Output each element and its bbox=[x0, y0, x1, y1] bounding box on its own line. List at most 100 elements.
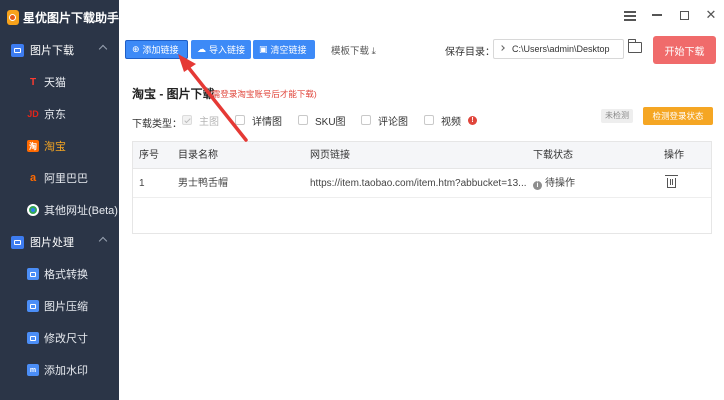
image-download-icon bbox=[11, 43, 24, 57]
sidebar-item-label: 淘宝 bbox=[44, 141, 66, 153]
clear-link-label: 清空链接 bbox=[270, 45, 307, 55]
app-logo-icon bbox=[7, 9, 19, 25]
option-detail-image[interactable]: 详情图 bbox=[235, 113, 282, 128]
login-required-note: (需登录淘宝账号后才能下载) bbox=[209, 89, 317, 99]
detect-login-button[interactable]: 检测登录状态 bbox=[643, 107, 713, 125]
column-header-url: 网页链接 bbox=[310, 150, 350, 161]
section-image-download[interactable]: 图片下载 bbox=[0, 34, 119, 66]
checkbox bbox=[182, 115, 192, 125]
window-controls: ✕ bbox=[616, 0, 724, 30]
minimize-icon bbox=[652, 14, 662, 16]
sidebar-item-watermark[interactable]: m 添加水印 bbox=[0, 354, 119, 386]
tmall-icon: T bbox=[29, 76, 37, 88]
option-label: 主图 bbox=[199, 116, 219, 128]
trash-icon: ▣ bbox=[259, 44, 268, 54]
checkbox[interactable] bbox=[235, 115, 245, 125]
close-icon: ✕ bbox=[705, 7, 717, 22]
sidebar-item-compress[interactable]: 图片压缩 bbox=[0, 290, 119, 322]
table-row[interactable]: 1 男士鸭舌帽 https://item.taobao.com/item.htm… bbox=[133, 169, 711, 198]
add-link-button[interactable]: ⊕ 添加链接 bbox=[125, 40, 188, 59]
sidebar-item-label: 格式转换 bbox=[44, 269, 88, 281]
sidebar-item-label: 京东 bbox=[44, 109, 66, 121]
import-link-button[interactable]: ☁ 导入链接 bbox=[191, 40, 251, 59]
delete-row-icon[interactable] bbox=[665, 175, 678, 188]
sidebar-item-label: 添加水印 bbox=[44, 365, 88, 377]
sidebar: 星优图片下载助手 图片下载 T 天猫 JD 京东 淘 淘宝 a 阿里巴巴 其他网… bbox=[0, 0, 119, 400]
sidebar-item-label: 修改尺寸 bbox=[44, 333, 88, 345]
row-status-label: 待操作 bbox=[545, 178, 575, 189]
option-label: 视频 bbox=[441, 116, 461, 128]
sidebar-item-tmall[interactable]: T 天猫 bbox=[0, 66, 119, 98]
app-title: 星优图片下载助手 bbox=[22, 10, 119, 25]
watermark-icon: m bbox=[27, 364, 39, 376]
add-link-label: 添加链接 bbox=[142, 45, 179, 55]
compress-icon bbox=[27, 300, 39, 312]
folder-open-icon[interactable] bbox=[627, 39, 642, 53]
sidebar-item-taobao[interactable]: 淘 淘宝 bbox=[0, 130, 119, 162]
alibaba-icon: a bbox=[29, 172, 37, 184]
chevron-up-icon bbox=[98, 44, 108, 54]
maximize-button[interactable] bbox=[671, 0, 697, 30]
table-header: 序号 目录名称 网页链接 下载状态 操作 bbox=[133, 142, 711, 169]
close-button[interactable]: ✕ bbox=[698, 0, 724, 30]
clear-links-button[interactable]: ▣ 清空链接 bbox=[253, 40, 315, 59]
option-label: 评论图 bbox=[378, 116, 408, 128]
sidebar-item-other-sites[interactable]: 其他网址(Beta) bbox=[0, 194, 119, 226]
jd-icon: JD bbox=[27, 109, 39, 119]
template-download-link[interactable]: 模板下载 ⤓ bbox=[331, 43, 376, 57]
status-info-icon: i bbox=[533, 181, 542, 190]
option-review-image[interactable]: 评论图 bbox=[361, 113, 408, 128]
checkbox[interactable] bbox=[298, 115, 308, 125]
option-label: 详情图 bbox=[252, 116, 282, 128]
sidebar-item-label: 图片压缩 bbox=[44, 301, 88, 313]
sidebar-item-resize[interactable]: 修改尺寸 bbox=[0, 322, 119, 354]
row-index: 1 bbox=[139, 178, 145, 189]
sidebar-item-format-convert[interactable]: 格式转换 bbox=[0, 258, 119, 290]
cloud-upload-icon: ☁ bbox=[197, 44, 206, 54]
minimize-button[interactable] bbox=[644, 0, 670, 30]
app-title-bar: 星优图片下载助手 bbox=[0, 0, 119, 34]
sidebar-item-label: 阿里巴巴 bbox=[44, 173, 88, 185]
checkbox[interactable] bbox=[424, 115, 434, 125]
taobao-icon: 淘 bbox=[27, 140, 39, 152]
resize-icon bbox=[27, 332, 39, 344]
save-dir-field[interactable]: C:\Users\admin\Desktop bbox=[493, 39, 624, 59]
save-dir-value: C:\Users\admin\Desktop bbox=[512, 44, 610, 54]
maximize-icon bbox=[679, 10, 689, 20]
section-image-processing[interactable]: 图片处理 bbox=[0, 226, 119, 258]
column-header-index: 序号 bbox=[139, 150, 159, 161]
sidebar-item-alibaba[interactable]: a 阿里巴巴 bbox=[0, 162, 119, 194]
login-status-badge: 未检测 bbox=[601, 109, 633, 123]
column-header-status: 下载状态 bbox=[533, 150, 573, 161]
settings-icon bbox=[624, 10, 636, 21]
row-url: https://item.taobao.com/item.htm?abbucke… bbox=[310, 178, 527, 189]
column-header-name: 目录名称 bbox=[178, 150, 218, 161]
row-status: i 待操作 bbox=[533, 169, 575, 198]
start-download-button[interactable]: 开始下载 bbox=[653, 36, 716, 64]
chevron-up-icon bbox=[98, 236, 108, 246]
sidebar-item-label: 其他网址(Beta) bbox=[44, 205, 118, 217]
format-convert-icon bbox=[27, 268, 39, 280]
globe-icon bbox=[27, 204, 39, 216]
download-icon: ⤓ bbox=[369, 46, 376, 57]
save-dir-label: 保存目录： bbox=[445, 47, 495, 58]
info-icon[interactable]: ! bbox=[468, 116, 477, 125]
image-processing-icon bbox=[11, 235, 24, 249]
title-bar: ✕ bbox=[119, 0, 724, 34]
title-bar-blank-area bbox=[403, 0, 603, 28]
section-label: 图片处理 bbox=[30, 237, 74, 249]
section-label: 图片下载 bbox=[30, 45, 74, 57]
page-title: 淘宝 - 图片下载 bbox=[132, 87, 215, 101]
template-download-label: 模板下载 bbox=[331, 46, 370, 57]
toolbar: ⊕ 添加链接 ☁ 导入链接 ▣ 清空链接 模板下载 ⤓ 保存目录： C:\Use… bbox=[119, 34, 724, 64]
plus-circle-icon: ⊕ bbox=[132, 44, 140, 54]
settings-button[interactable] bbox=[617, 0, 643, 30]
option-sku-image[interactable]: SKU图 bbox=[298, 113, 346, 128]
option-label: SKU图 bbox=[315, 116, 346, 128]
sidebar-item-jd[interactable]: JD 京东 bbox=[0, 98, 119, 130]
download-type-label: 下载类型： bbox=[132, 119, 182, 130]
option-video[interactable]: 视频 bbox=[424, 113, 461, 128]
links-table: 序号 目录名称 网页链接 下载状态 操作 1 男士鸭舌帽 https://ite… bbox=[132, 141, 712, 234]
checkbox[interactable] bbox=[361, 115, 371, 125]
chevron-right-icon bbox=[499, 45, 505, 51]
